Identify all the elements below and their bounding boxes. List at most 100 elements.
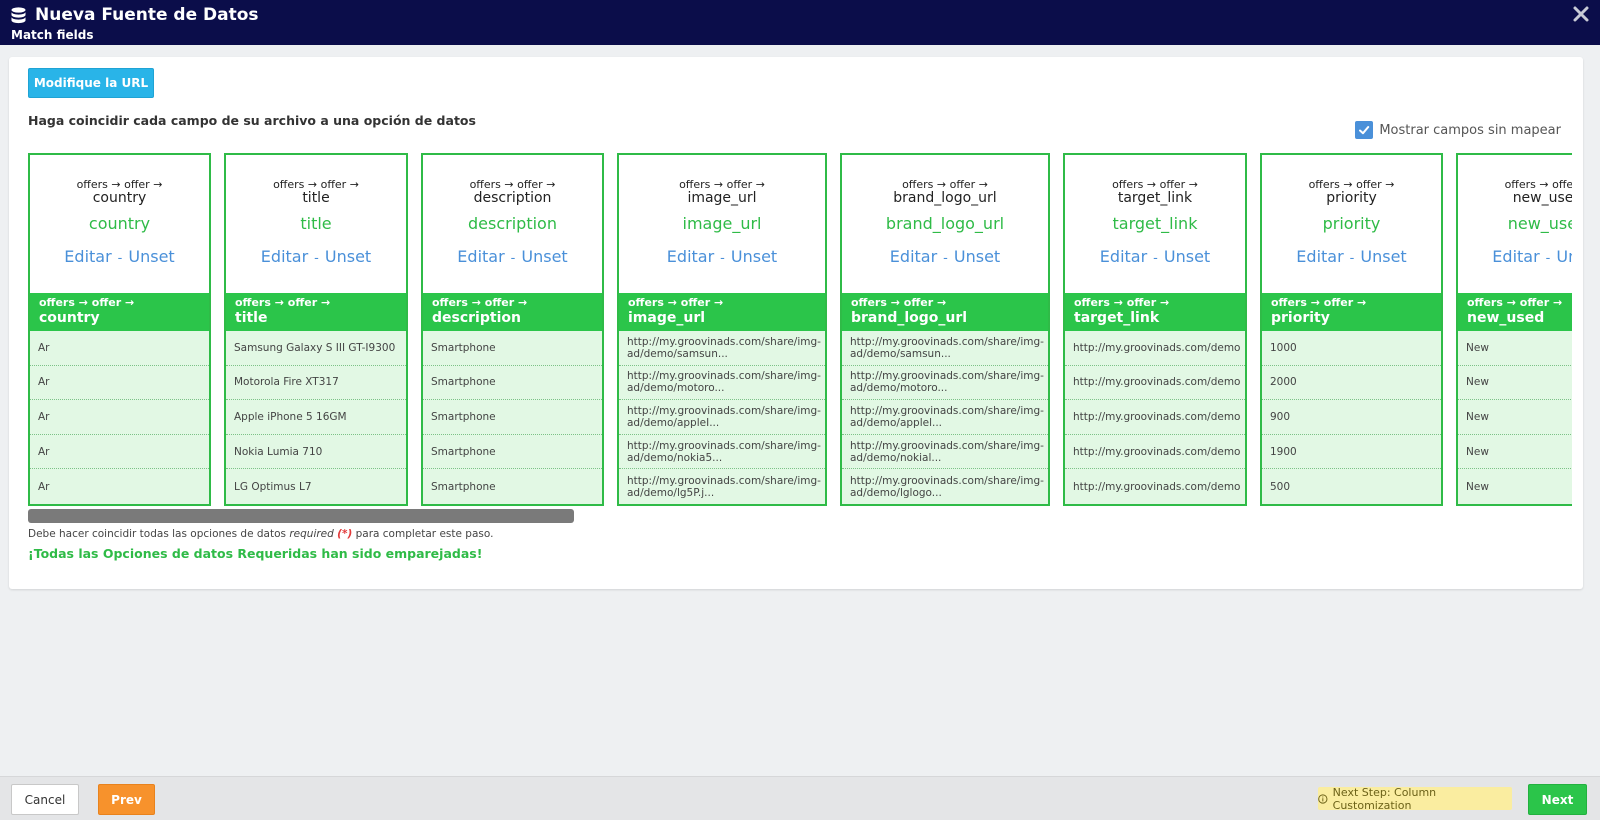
sample-value: 2000	[1270, 376, 1297, 389]
show-unmapped-toggle[interactable]: Mostrar campos sin mapear	[1355, 121, 1561, 139]
unset-link[interactable]: Unset	[731, 247, 777, 266]
band-path: offers → offer →	[628, 296, 724, 309]
sample-rows: Ar Ar Ar Ar Ar	[30, 331, 209, 504]
action-separator: -	[510, 251, 516, 266]
show-unmapped-checkbox[interactable]	[1355, 121, 1374, 139]
mapped-option: target_link	[1112, 214, 1198, 233]
sample-row: http://my.groovinads.com/share/img-ad/de…	[842, 331, 1048, 366]
sample-value: LG Optimus L7	[234, 480, 312, 493]
sample-row: http://my.groovinads.com/share/img-ad/de…	[842, 469, 1048, 504]
field-columns: offers → offer → country country Editar - Uns…	[28, 153, 1572, 566]
sample-row: Ar	[30, 366, 209, 401]
next-button[interactable]: Next	[1528, 784, 1587, 815]
cancel-button[interactable]: Cancel	[11, 784, 79, 815]
band-path: offers → offer →	[39, 296, 135, 309]
sample-row: New	[1458, 469, 1572, 504]
sample-value: http://my.groovinads.com/share/img-ad/de…	[627, 335, 821, 360]
sample-value: Ar	[38, 341, 50, 354]
source-field-name: new_used	[1512, 190, 1572, 206]
sample-rows: 1000 2000 900 1900 500	[1262, 331, 1441, 504]
sample-value: http://my.groovinads.com/demo	[1073, 445, 1241, 458]
unset-link[interactable]: Unset	[521, 247, 567, 266]
edit-link[interactable]: Editar	[64, 247, 111, 266]
instruction-text: Haga coincidir cada campo de su archivo …	[28, 113, 476, 128]
sample-value: Smartphone	[431, 376, 496, 389]
column-actions: Editar-Unset	[1262, 247, 1441, 266]
sample-value: Samsung Galaxy S III GT-I9300	[234, 341, 396, 354]
sample-value: Motorola Fire XT317	[234, 376, 339, 389]
sample-row: Motorola Fire XT317	[226, 366, 406, 401]
column-actions: Editar-Unset	[1065, 247, 1245, 266]
field-column-priority: offers → offer → priority priority Editar - U…	[1260, 153, 1443, 506]
unset-link[interactable]: Unset	[954, 247, 1000, 266]
column-header: offers → offer → target_link target_link Ed…	[1065, 155, 1245, 293]
column-header: offers → offer → brand_logo_url brand_logo…	[842, 155, 1048, 293]
sample-rows: Samsung Galaxy S III GT-I9300 Motorola Fi…	[226, 331, 406, 504]
sample-value: Apple iPhone 5 16GM	[234, 410, 347, 423]
database-icon	[11, 7, 26, 24]
unset-link[interactable]: Unset	[325, 247, 371, 266]
sample-value: http://my.groovinads.com/share/img-ad/de…	[850, 370, 1044, 395]
sample-rows: New New New New New	[1458, 331, 1572, 504]
unset-link[interactable]: Unset	[1164, 247, 1210, 266]
sample-row: Ar	[30, 400, 209, 435]
column-actions: Editar-Unset	[1458, 247, 1572, 266]
sample-row: Samsung Galaxy S III GT-I9300	[226, 331, 406, 366]
mapped-field-band: offers → offer → new_used	[1458, 293, 1572, 331]
dialog-title: Nueva Fuente de Datos	[35, 5, 259, 25]
mapped-option: title	[300, 214, 332, 233]
edit-link[interactable]: Editar	[1100, 247, 1147, 266]
horizontal-scrollbar[interactable]	[28, 509, 574, 523]
sample-value: 1000	[1270, 341, 1297, 354]
edit-link[interactable]: Editar	[667, 247, 714, 266]
sample-value: http://my.groovinads.com/share/img-ad/de…	[627, 439, 821, 464]
sample-row: Apple iPhone 5 16GM	[226, 400, 406, 435]
unset-link[interactable]: Unset	[1360, 247, 1406, 266]
header-bar: Nueva Fuente de Datos Match fields	[0, 0, 1600, 45]
dialog-subtitle: Match fields	[11, 28, 94, 42]
prev-button[interactable]: Prev	[98, 784, 155, 815]
note-required: required	[289, 528, 334, 540]
edit-link[interactable]: Editar	[1492, 247, 1539, 266]
show-unmapped-label: Mostrar campos sin mapear	[1379, 122, 1561, 138]
edit-link[interactable]: Editar	[261, 247, 308, 266]
sample-row: Smartphone	[423, 331, 602, 366]
close-icon[interactable]	[1572, 5, 1590, 23]
sample-value: 1900	[1270, 445, 1297, 458]
field-column-image-url: offers → offer → image_url image_url Editar…	[617, 153, 827, 506]
mapped-field-band: offers → offer → title	[226, 293, 406, 331]
action-separator: -	[720, 251, 725, 266]
unset-link[interactable]: Unset	[1556, 247, 1572, 266]
mapped-option: country	[88, 214, 151, 233]
column-header: offers → offer → title title Editar - Unset	[226, 155, 406, 293]
band-field-name: description	[432, 310, 521, 326]
edit-link[interactable]: Editar	[457, 247, 504, 266]
sample-value: New	[1466, 480, 1489, 493]
sample-row: http://my.groovinads.com/share/img-ad/de…	[842, 400, 1048, 435]
edit-link[interactable]: Editar	[1296, 247, 1343, 266]
unset-link[interactable]: Unset	[128, 247, 174, 266]
sample-value: 900	[1270, 410, 1291, 423]
sample-row: http://my.groovinads.com/share/img-ad/de…	[619, 469, 825, 504]
sample-value: New	[1466, 376, 1489, 389]
action-separator: -	[314, 251, 319, 266]
field-column-brand-logo-url: offers → offer → brand_logo_url brand_logo…	[840, 153, 1050, 506]
sample-value: http://my.groovinads.com/demo	[1073, 410, 1241, 423]
sample-value: Smartphone	[431, 410, 496, 423]
edit-link[interactable]: Editar	[890, 247, 937, 266]
sample-row: New	[1458, 435, 1572, 470]
sample-value: http://my.groovinads.com/share/img-ad/de…	[850, 439, 1044, 464]
column-actions: Editar-Unset	[619, 247, 825, 266]
sample-rows: Smartphone Smartphone Smartphone Smartphone…	[423, 331, 602, 504]
modify-url-button[interactable]: Modifique la URL	[28, 68, 154, 98]
sample-value: Ar	[38, 480, 50, 493]
note-prefix: Debe hacer coincidir todas las opciones …	[28, 528, 286, 540]
action-separator: -	[943, 251, 948, 266]
required-note: Debe hacer coincidir todas las opciones …	[28, 528, 493, 540]
band-field-name: target_link	[1074, 310, 1160, 326]
sample-row: http://my.groovinads.com/demo	[1065, 435, 1245, 470]
mapped-option: priority	[1322, 214, 1381, 233]
column-actions: Editar-Unset	[423, 247, 602, 266]
sample-row: Smartphone	[423, 435, 602, 470]
action-separator: -	[117, 251, 123, 266]
